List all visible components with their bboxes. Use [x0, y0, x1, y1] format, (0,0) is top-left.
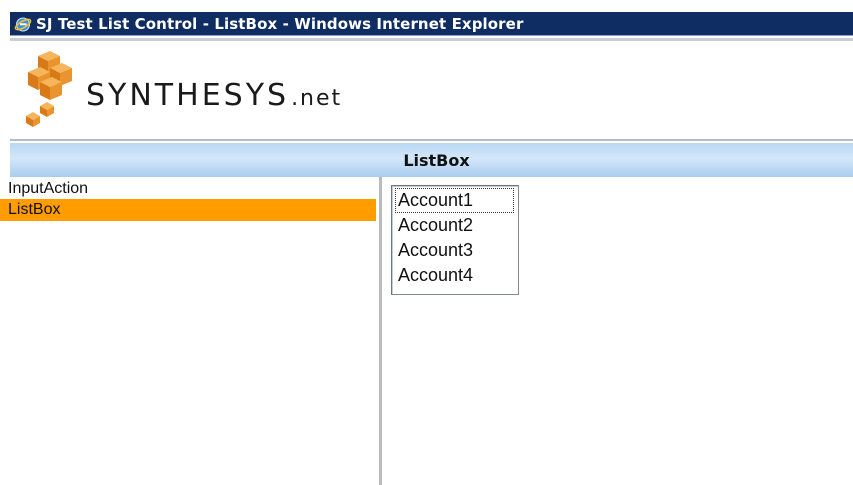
internet-explorer-icon — [14, 15, 32, 33]
title-bar-divider — [10, 38, 853, 41]
header-divider — [10, 139, 853, 141]
browser-page: SJ Test List Control - ListBox - Windows… — [0, 0, 853, 485]
synthesys-logo: SYNTHESYS.net — [20, 50, 420, 130]
listbox-option-account2[interactable]: Account2 — [395, 213, 514, 238]
window-title: SJ Test List Control - ListBox - Windows… — [36, 14, 524, 33]
section-title: ListBox — [403, 150, 470, 170]
listbox-option-account1[interactable]: Account1 — [395, 188, 514, 213]
section-header: ListBox — [10, 143, 853, 177]
accounts-listbox[interactable]: Account1 Account2 Account3 Account4 — [391, 185, 519, 295]
panel-separator — [379, 177, 382, 485]
window-title-bar[interactable]: SJ Test List Control - ListBox - Windows… — [10, 12, 853, 36]
nav-panel: InputAction ListBox — [0, 177, 380, 485]
listbox-option-account3[interactable]: Account3 — [395, 238, 514, 263]
logo-wordmark: SYNTHESYS.net — [86, 78, 342, 113]
nav-item-listbox[interactable]: ListBox — [0, 199, 376, 221]
orange-cubes-logo-icon — [26, 51, 72, 127]
logo-brand-text: SYNTHESYS — [86, 78, 290, 113]
nav-item-inputaction[interactable]: InputAction — [0, 178, 376, 200]
listbox-option-account4[interactable]: Account4 — [395, 263, 514, 288]
logo-suffix-text: .net — [291, 86, 343, 111]
